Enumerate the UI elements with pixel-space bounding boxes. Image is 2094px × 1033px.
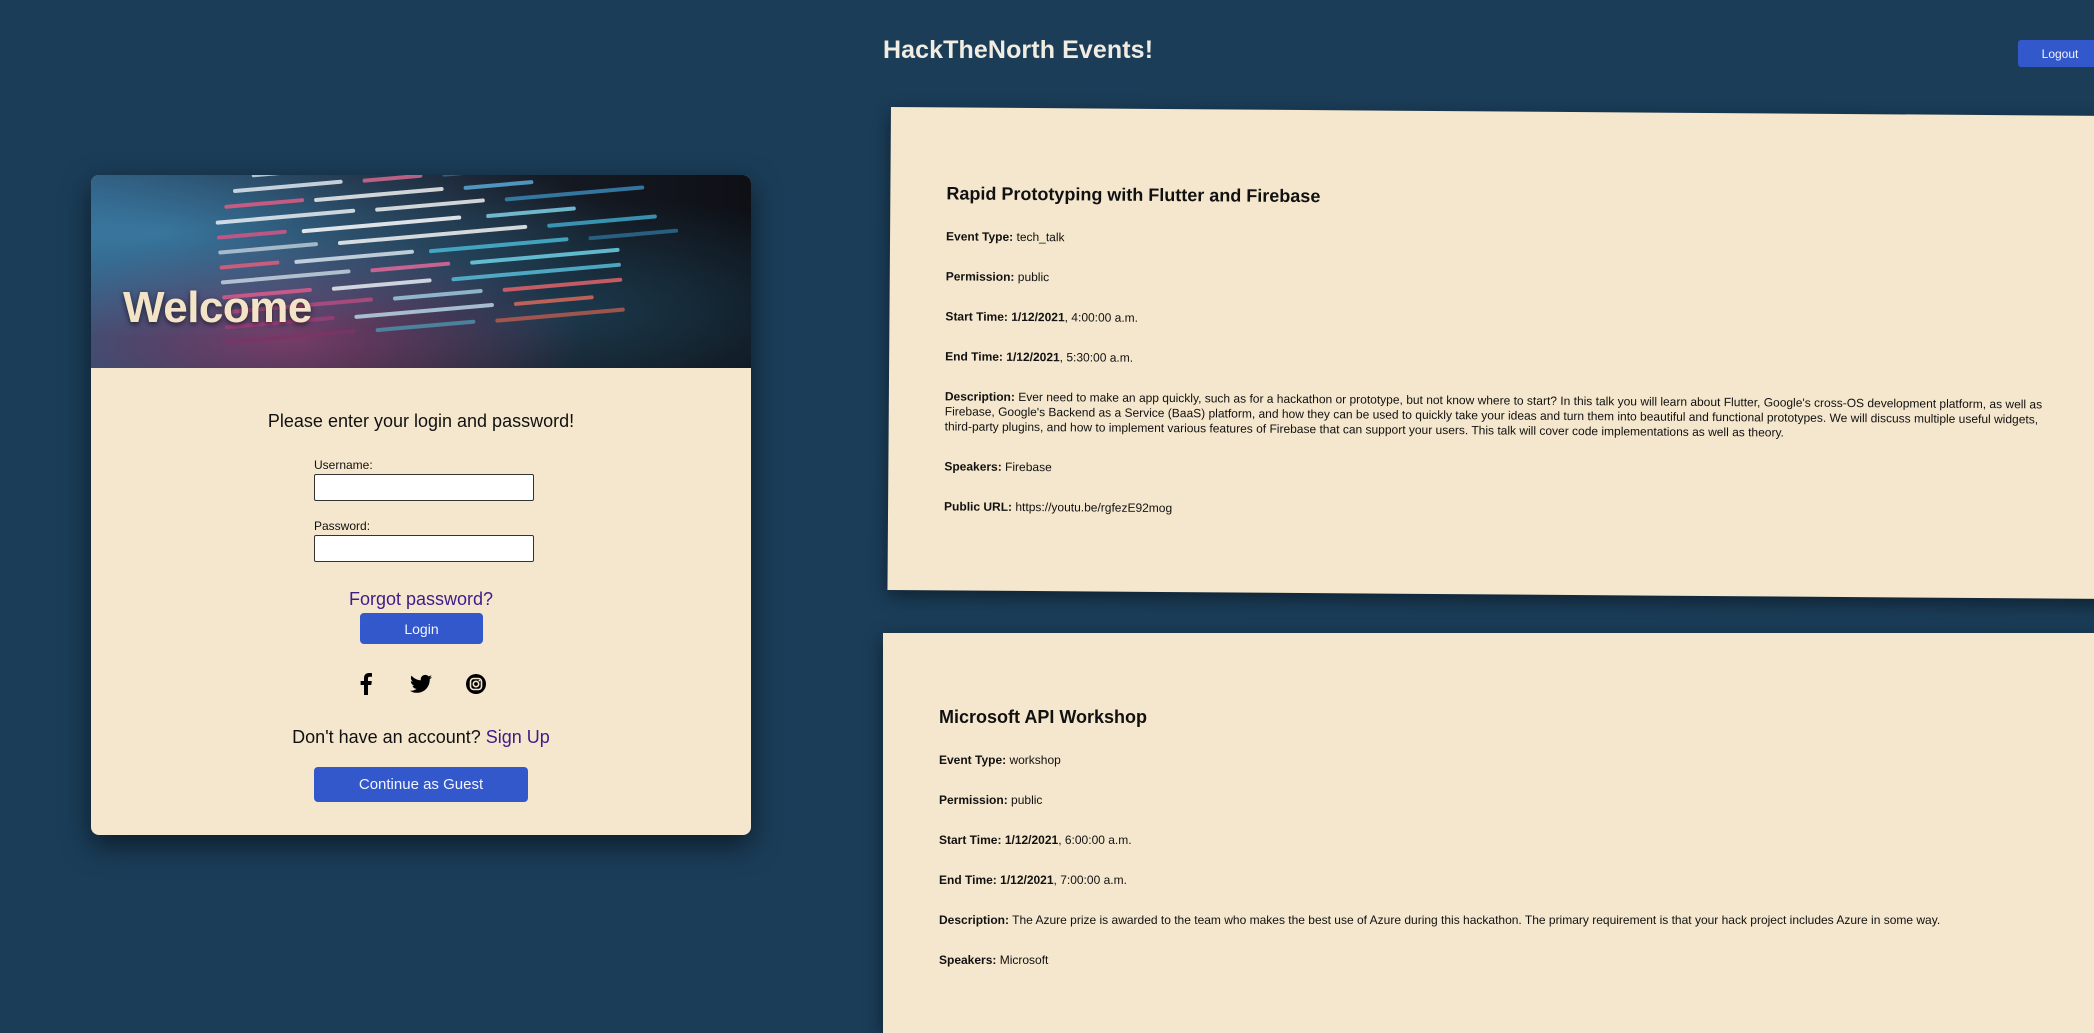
public-url-row: Public URL: https://youtu.be/rgfezE92mog <box>944 499 2054 522</box>
event-type-value: tech_talk <box>1016 229 1065 245</box>
instagram-icon[interactable] <box>465 673 487 695</box>
permission-label: Permission: <box>939 793 1008 807</box>
end-time-row: End Time: 1/12/2021, 5:30:00 a.m. <box>945 349 1134 365</box>
social-links <box>91 673 751 695</box>
speakers-row: Speakers: Firebase <box>944 459 2054 482</box>
event-type-row: Event Type: workshop <box>939 753 2049 768</box>
description-row: Description: The Azure prize is awarded … <box>939 913 2049 928</box>
event-type-label: Event Type: <box>946 229 1014 244</box>
event-type-row: Event Type: tech_talk <box>946 229 2056 252</box>
signup-prompt-text: Don't have an account? <box>292 727 481 747</box>
description-row: Description: Ever need to make an app qu… <box>945 389 2055 442</box>
permission-value: public <box>1017 269 1050 285</box>
event-title: Microsoft API Workshop <box>939 707 1148 727</box>
public-url-label: Public URL: <box>944 499 1013 514</box>
start-time-label: Start Time: <box>945 309 1008 324</box>
start-time-row: Start Time: 1/12/2021, 6:00:00 a.m. <box>939 833 1132 847</box>
description-value: Ever need to make an app quickly, such a… <box>944 389 2043 440</box>
signup-link[interactable]: Sign Up <box>486 727 550 747</box>
description-value: The Azure prize is awarded to the team w… <box>1012 913 1941 927</box>
end-time-value: 7:00:00 a.m. <box>1060 873 1127 887</box>
welcome-heading: Welcome <box>123 283 312 332</box>
end-date-value: 1/12/2021 <box>1006 349 1060 365</box>
start-time-row: Start Time: 1/12/2021, 4:00:00 a.m. <box>945 309 1139 325</box>
page-title: HackTheNorth Events! <box>883 36 1154 64</box>
logout-button[interactable]: Logout <box>2018 40 2094 67</box>
forgot-password-link[interactable]: Forgot password? <box>91 589 751 610</box>
login-card: Welcome Please enter your login and pass… <box>91 175 751 835</box>
start-date-value: 1/12/2021 <box>1004 833 1059 847</box>
permission-label: Permission: <box>945 269 1015 284</box>
speakers-value: Firebase <box>1005 459 1052 475</box>
start-time-label: Start Time: <box>939 833 1002 847</box>
start-time-value: 6:00:00 a.m. <box>1064 833 1132 847</box>
username-label: Username: <box>314 458 373 472</box>
description-label: Description: <box>939 913 1010 927</box>
login-button[interactable]: Login <box>360 613 483 644</box>
speakers-label: Speakers: <box>939 953 997 967</box>
public-url-value[interactable]: https://youtu.be/rgfezE92mog <box>1015 500 1172 515</box>
event-card: Rapid Prototyping with Flutter and Fireb… <box>887 107 2094 600</box>
end-time-label: End Time: <box>939 873 997 887</box>
speakers-value: Microsoft <box>999 953 1049 967</box>
facebook-icon[interactable] <box>355 673 377 695</box>
event-type-value: workshop <box>1009 753 1061 767</box>
end-date-value: 1/12/2021 <box>1000 873 1054 887</box>
permission-row: Permission: public <box>946 269 2056 292</box>
continue-as-guest-button[interactable]: Continue as Guest <box>314 767 528 802</box>
end-time-row: End Time: 1/12/2021, 7:00:00 a.m. <box>939 873 1127 887</box>
end-time-label: End Time: <box>945 349 1004 364</box>
event-type-label: Event Type: <box>939 753 1007 767</box>
description-label: Description: <box>944 389 1015 404</box>
speakers-label: Speakers: <box>944 459 1002 474</box>
event-title: Rapid Prototyping with Flutter and Fireb… <box>946 183 1321 207</box>
end-time-value: 5:30:00 a.m. <box>1066 350 1134 365</box>
username-input[interactable] <box>314 474 534 501</box>
password-label: Password: <box>314 519 371 533</box>
welcome-banner: Welcome <box>91 175 751 368</box>
login-form: Please enter your login and password! Us… <box>91 368 751 835</box>
code-background-image <box>211 175 751 368</box>
start-time-value: 4:00:00 a.m. <box>1071 310 1139 325</box>
speakers-row: Speakers: Microsoft <box>939 953 2049 968</box>
permission-value: public <box>1011 793 1043 807</box>
start-date-value: 1/12/2021 <box>1011 309 1065 325</box>
login-prompt: Please enter your login and password! <box>267 411 575 431</box>
password-input[interactable] <box>314 535 534 562</box>
twitter-icon[interactable] <box>410 673 432 695</box>
event-card: Microsoft API Workshop Event Type: works… <box>883 633 2094 1033</box>
signup-prompt: Don't have an account? Sign Up <box>91 727 751 748</box>
permission-row: Permission: public <box>939 793 2049 808</box>
